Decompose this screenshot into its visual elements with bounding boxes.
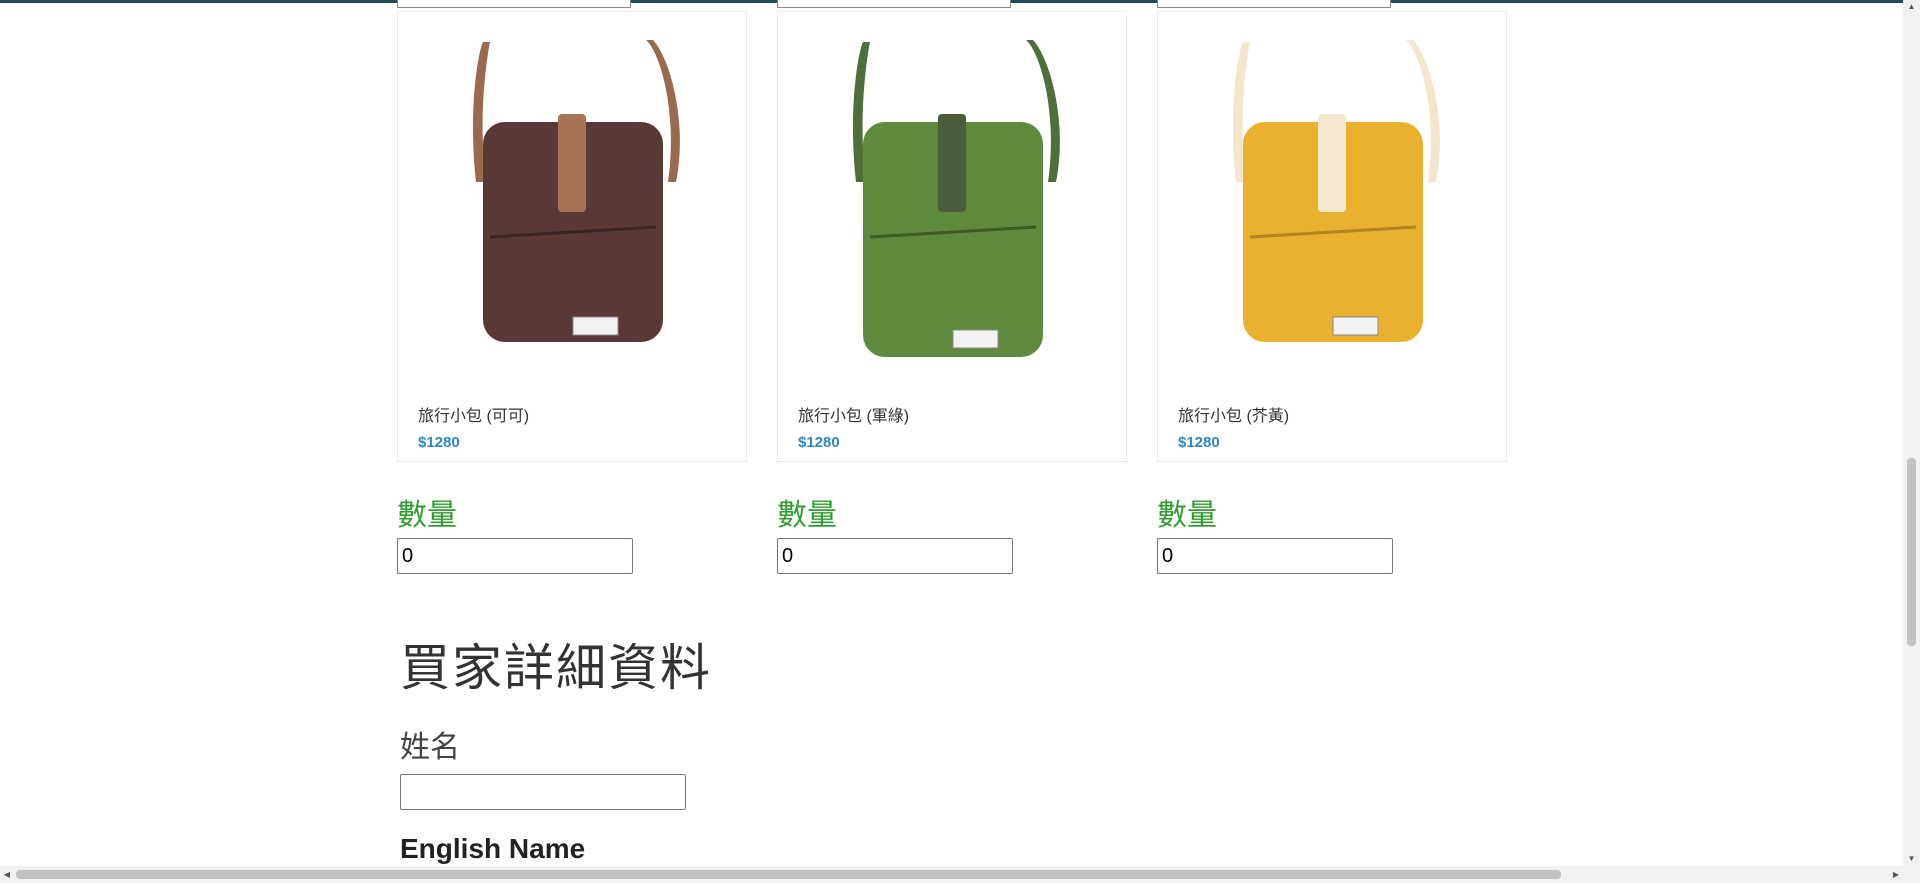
previous-quantity-input[interactable] (397, 0, 631, 8)
bag-image (473, 40, 680, 342)
vertical-scrollbar[interactable]: ▲ ▼ (1903, 0, 1920, 866)
product-price: $1280 (1178, 434, 1220, 451)
buyer-details-heading: 買家詳細資料 (400, 639, 712, 697)
horizontal-scrollbar[interactable]: ◀ ▶ (0, 866, 1920, 883)
horizontal-scroll-thumb[interactable] (16, 870, 1561, 879)
vertical-scroll-thumb[interactable] (1907, 458, 1916, 646)
quantity-label: 數量 (1157, 498, 1217, 533)
name-input[interactable] (400, 774, 686, 810)
quantity-label: 數量 (777, 498, 837, 533)
scroll-up-arrow-icon[interactable]: ▲ (1903, 0, 1920, 14)
product-title[interactable]: 旅行小包 (軍綠) (798, 402, 909, 426)
quantity-input[interactable] (397, 538, 633, 574)
product-card[interactable]: 旅行小包 (可可) $1280 (397, 11, 747, 462)
quantity-input[interactable] (1157, 538, 1393, 574)
scroll-down-arrow-icon[interactable]: ▼ (1903, 852, 1920, 866)
product-price: $1280 (418, 434, 460, 451)
english-name-label: English Name (400, 833, 586, 864)
name-label: 姓名 (400, 730, 460, 765)
bag-image (853, 40, 1060, 357)
previous-quantity-input[interactable] (777, 0, 1011, 8)
product-card[interactable]: 旅行小包 (芥黃) $1280 (1157, 11, 1507, 462)
product-title[interactable]: 旅行小包 (可可) (418, 402, 529, 426)
quantity-input[interactable] (777, 538, 1013, 574)
scroll-left-arrow-icon[interactable]: ◀ (0, 866, 14, 883)
previous-quantity-input[interactable] (1157, 0, 1391, 8)
bag-image (1233, 40, 1440, 342)
product-price: $1280 (798, 434, 840, 451)
quantity-label: 數量 (397, 498, 457, 533)
scroll-right-arrow-icon[interactable]: ▶ (1889, 866, 1903, 883)
product-title[interactable]: 旅行小包 (芥黃) (1178, 402, 1289, 426)
product-card[interactable]: 旅行小包 (軍綠) $1280 (777, 11, 1127, 462)
